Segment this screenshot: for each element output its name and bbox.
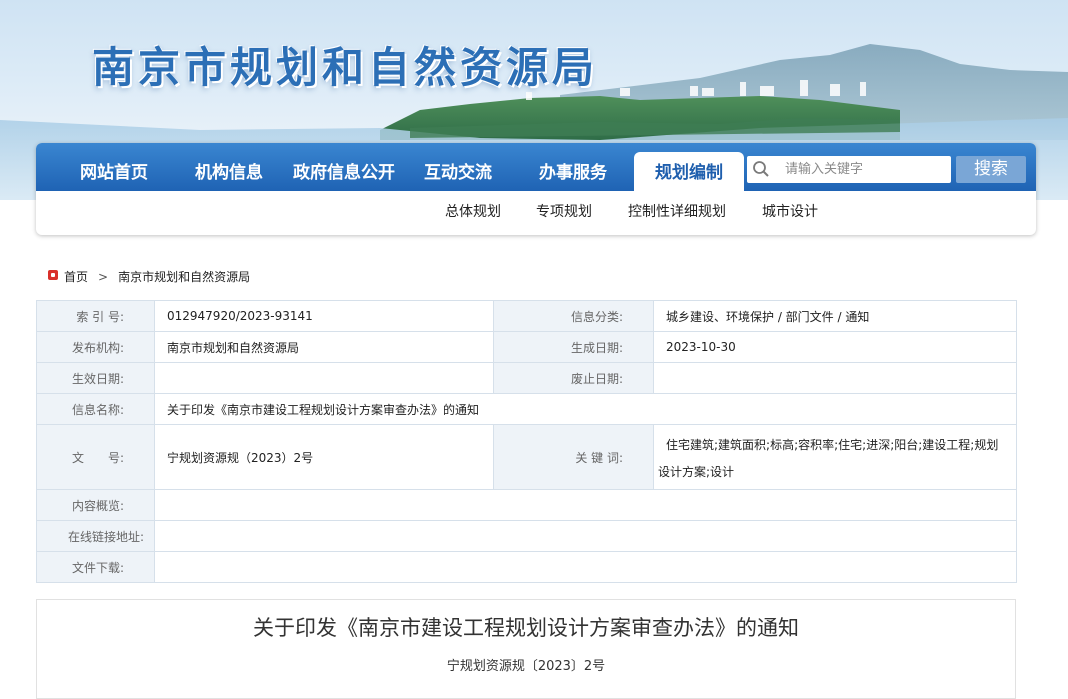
name-label: 信息名称: (36, 393, 155, 425)
link-value (154, 520, 1017, 552)
search-icon (753, 161, 769, 177)
nav-item-gov-info[interactable]: 政府信息公开 (284, 143, 404, 191)
nav-bar: 网站首页 机构信息 政府信息公开 互动交流 办事服务 规划编制 搜索 (36, 143, 1036, 191)
docno-value: 宁规划资源规（2023）2号 (154, 424, 494, 490)
subnav-overall-plan[interactable]: 总体规划 (445, 201, 501, 221)
link-label: 在线链接地址: (36, 520, 155, 552)
docno-label: 文 号: (36, 424, 155, 490)
article-title: 关于印发《南京市建设工程规划设计方案审查办法》的通知 (253, 616, 799, 640)
table-row: 信息名称: 关于印发《南京市建设工程规划设计方案审查办法》的通知 (36, 393, 1017, 425)
table-row: 发布机构: 南京市规划和自然资源局 生成日期: 2023-10-30 (36, 331, 1017, 363)
effective-label: 生效日期: (36, 362, 155, 394)
search-input[interactable] (775, 158, 945, 181)
nav-item-home[interactable]: 网站首页 (58, 143, 170, 191)
overview-label: 内容概览: (36, 489, 155, 521)
overview-value (154, 489, 1017, 521)
keywords-label: 关 键 词: (493, 424, 654, 490)
breadcrumb-current[interactable]: 南京市规划和自然资源局 (118, 270, 250, 284)
table-row: 文 号: 宁规划资源规（2023）2号 关 键 词: 住宅建筑;建筑面积;标高;… (36, 424, 1017, 490)
category-label: 信息分类: (493, 300, 654, 332)
search-box (747, 156, 951, 183)
keywords-line-2: 设计方案;设计 (658, 465, 735, 479)
date-label: 生成日期: (493, 331, 654, 363)
publisher-value: 南京市规划和自然资源局 (154, 331, 494, 363)
download-value (154, 551, 1017, 583)
article-body: 关于印发《南京市建设工程规划设计方案审查办法》的通知 宁规划资源规〔2023〕2… (36, 599, 1016, 699)
index-value: 012947920/2023-93141 (154, 300, 494, 332)
breadcrumb-home[interactable]: 首页 (64, 270, 88, 284)
main-navigation: 网站首页 机构信息 政府信息公开 互动交流 办事服务 规划编制 搜索 总体规划 … (36, 143, 1036, 235)
table-row: 生效日期: 废止日期: (36, 362, 1017, 394)
table-row: 索 引 号: 012947920/2023-93141 信息分类: 城乡建设、环… (36, 300, 1017, 332)
home-marker-icon (48, 270, 58, 280)
breadcrumb-separator: > (98, 269, 109, 284)
publisher-label: 发布机构: (36, 331, 155, 363)
index-label: 索 引 号: (36, 300, 155, 332)
nav-item-planning[interactable]: 规划编制 (634, 152, 744, 191)
nav-item-organization[interactable]: 机构信息 (174, 143, 284, 191)
name-value: 关于印发《南京市建设工程规划设计方案审查办法》的通知 (154, 393, 1017, 425)
subnav-special-plan[interactable]: 专项规划 (536, 201, 592, 221)
category-value: 城乡建设、环境保护 / 部门文件 / 通知 (653, 300, 1017, 332)
download-label: 文件下载: (36, 551, 155, 583)
expire-value (653, 362, 1017, 394)
breadcrumb: 首页 > 南京市规划和自然资源局 (48, 268, 250, 285)
article-docno: 宁规划资源规〔2023〕2号 (446, 659, 606, 674)
table-row: 在线链接地址: (36, 520, 1017, 552)
table-row: 文件下载: (36, 551, 1017, 583)
search-button[interactable]: 搜索 (956, 156, 1026, 183)
keywords-value: 住宅建筑;建筑面积;标高;容积率;住宅;进深;阳台;建设工程;规划 设计方案;设… (653, 424, 1017, 490)
expire-label: 废止日期: (493, 362, 654, 394)
nav-item-interaction[interactable]: 互动交流 (406, 143, 510, 191)
nav-item-services[interactable]: 办事服务 (518, 143, 628, 191)
date-value: 2023-10-30 (653, 331, 1017, 363)
subnav-detailed-plan[interactable]: 控制性详细规划 (628, 201, 726, 221)
document-info-table: 索 引 号: 012947920/2023-93141 信息分类: 城乡建设、环… (36, 300, 1017, 583)
keywords-line-1: 住宅建筑;建筑面积;标高;容积率;住宅;进深;阳台;建设工程;规划 (666, 438, 999, 452)
effective-value (154, 362, 494, 394)
table-row: 内容概览: (36, 489, 1017, 521)
site-title: 南京市规划和自然资源局 (92, 43, 599, 92)
subnav-urban-design[interactable]: 城市设计 (762, 201, 818, 221)
